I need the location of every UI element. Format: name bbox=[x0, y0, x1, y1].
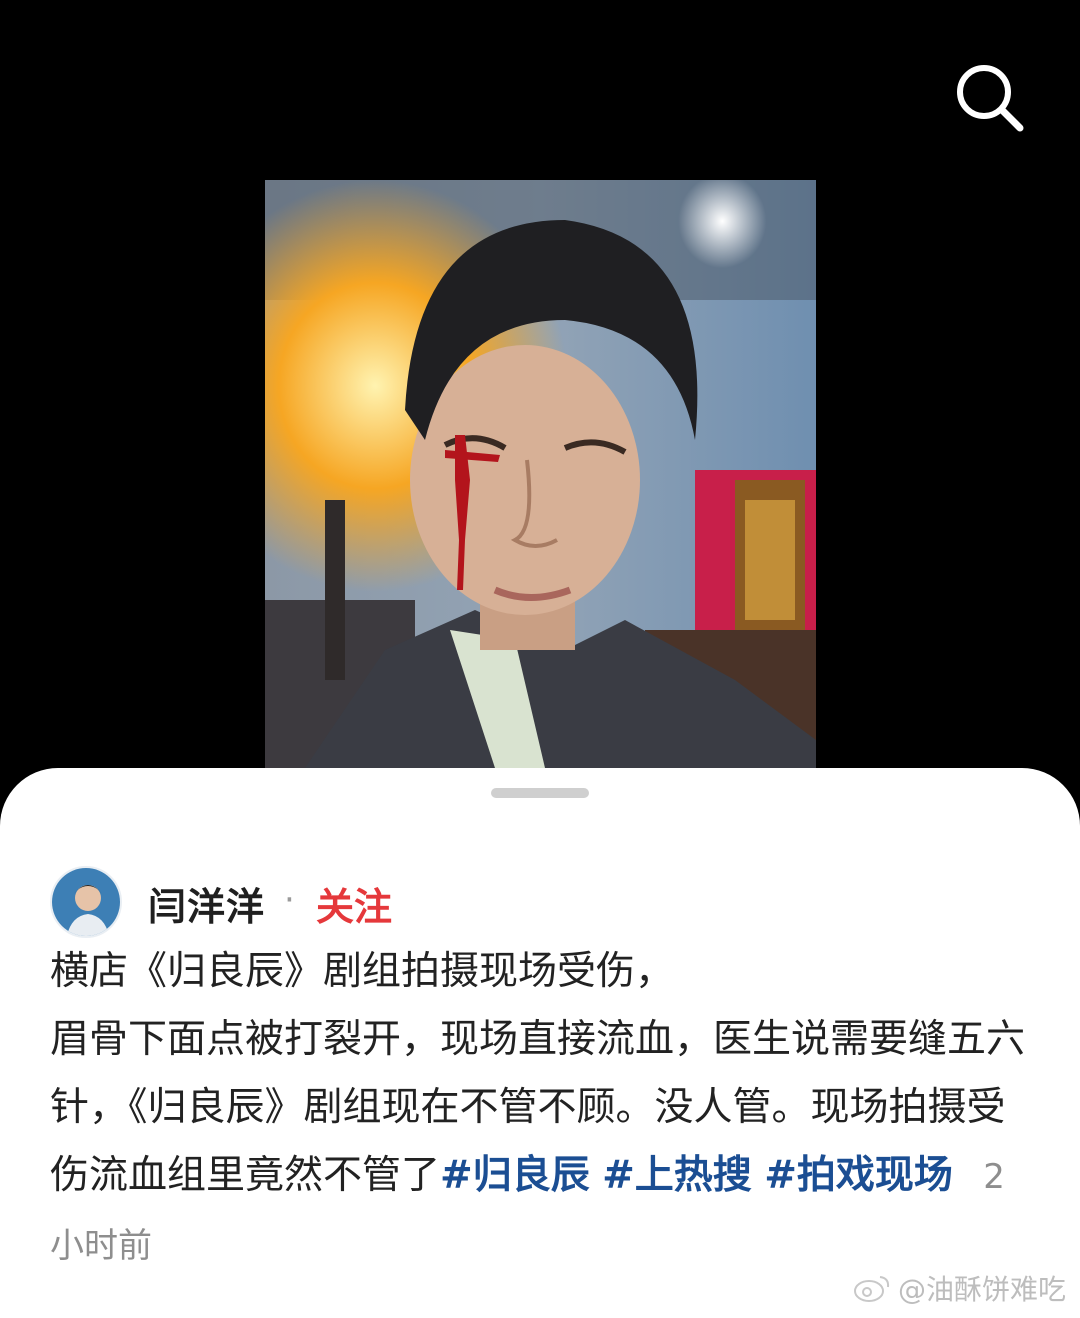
avatar-image bbox=[52, 868, 120, 936]
photo bbox=[265, 180, 816, 768]
post-text-line-1: 横店《归良辰》剧组拍摄现场受伤， bbox=[50, 949, 675, 994]
drag-handle[interactable] bbox=[491, 788, 589, 798]
author-name[interactable]: 闫洋洋 bbox=[148, 876, 265, 931]
separator-dot: · bbox=[284, 880, 295, 920]
post-image[interactable] bbox=[265, 180, 816, 768]
follow-button[interactable]: 关注 bbox=[316, 876, 392, 931]
post-text: 横店《归良辰》剧组拍摄现场受伤， 眉骨下面点被打裂开，现场直接流血，医生说需要缝… bbox=[50, 938, 1035, 1280]
post-sheet: 闫洋洋 · 关注 横店《归良辰》剧组拍摄现场受伤， 眉骨下面点被打裂开，现场直接… bbox=[0, 768, 1080, 1318]
hashtag-paixixianchang[interactable]: #拍戏现场 bbox=[764, 1153, 953, 1198]
watermark-text: @油酥饼难吃 bbox=[897, 1273, 1066, 1306]
avatar[interactable] bbox=[50, 866, 122, 938]
watermark: @油酥饼难吃 bbox=[852, 1268, 1066, 1308]
hashtag-shangresou[interactable]: #上热搜 bbox=[602, 1153, 752, 1198]
weibo-logo-icon bbox=[853, 1276, 890, 1302]
search-button[interactable] bbox=[950, 58, 1030, 138]
search-icon bbox=[957, 65, 1024, 132]
hashtag-guiliangchen[interactable]: #归良辰 bbox=[440, 1153, 590, 1198]
